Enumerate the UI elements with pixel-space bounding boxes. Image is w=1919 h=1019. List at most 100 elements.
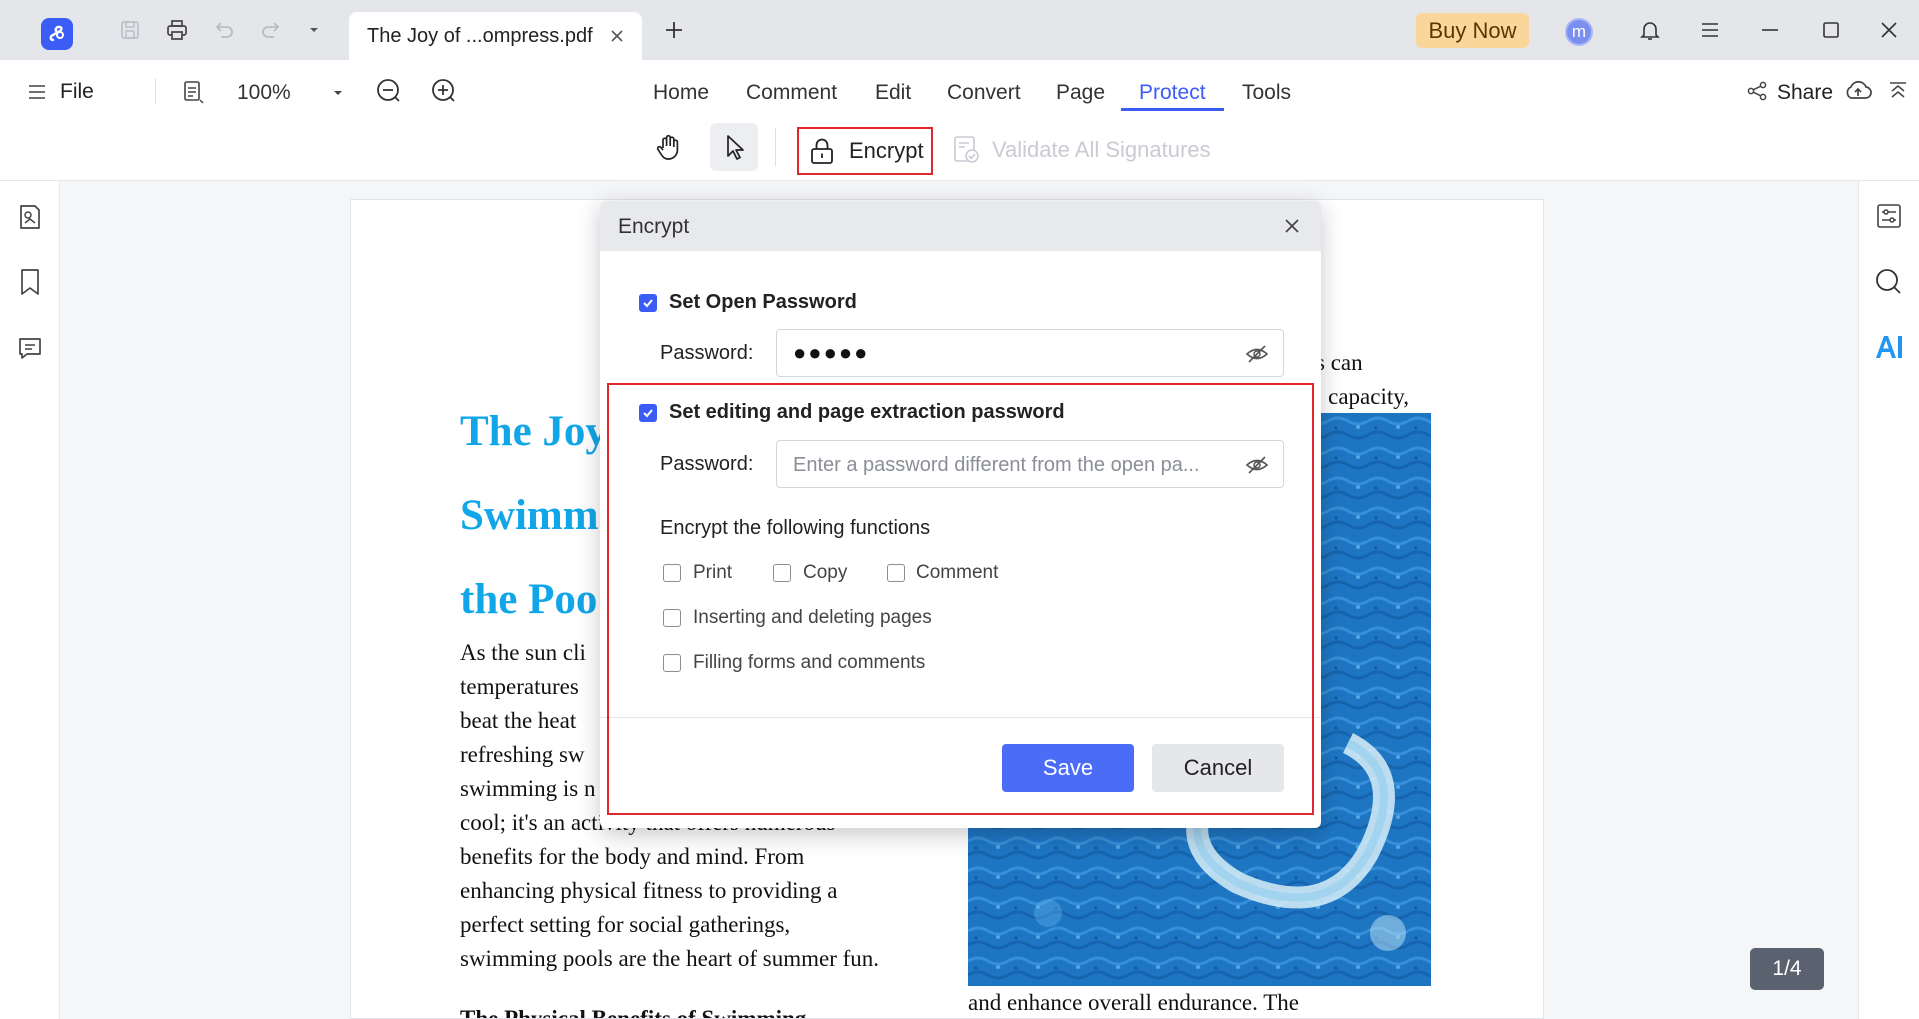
properties-panel-icon[interactable] [1873,200,1905,232]
edit-password-field-label: Password: [660,453,754,475]
lock-icon [811,138,833,164]
left-sidebar [0,181,60,1019]
encrypt-button[interactable]: Encrypt [797,127,933,175]
print-icon[interactable] [163,16,191,44]
validate-all-signatures-button[interactable]: Validate All Signatures [952,134,1211,166]
divider [600,717,1321,718]
comment-checkbox[interactable] [887,564,905,582]
open-password-label: Set Open Password [669,291,857,313]
document-title-line: The Joy [460,408,607,455]
zoom-dropdown-icon[interactable] [331,86,345,100]
functions-heading: Encrypt the following functions [660,517,931,539]
edit-password-label: Set editing and page extraction password [669,401,1065,423]
right-sidebar [1858,181,1919,1019]
section-heading: The Physical Benefits of Swimming [460,1006,807,1019]
eye-hidden-icon[interactable] [1245,343,1269,365]
edit-password-placeholder: Enter a password different from the open… [793,454,1200,476]
share-icon[interactable] [1745,79,1769,103]
check-icon [643,409,653,418]
share-button[interactable]: Share [1777,81,1833,105]
tab-bar: The Joy of ...ompress.pdf Buy Now m [0,0,1919,60]
undo-icon[interactable] [210,16,238,44]
cursor-icon [727,135,744,160]
fill-forms-checkbox[interactable] [663,654,681,672]
tab-convert[interactable]: Convert [947,81,1021,105]
bookmark-icon[interactable] [14,266,46,298]
signature-check-icon [954,136,979,163]
active-tab-indicator [1121,108,1224,111]
tab-edit[interactable]: Edit [875,81,911,105]
quick-access-dropdown-icon[interactable] [300,16,328,44]
open-password-checkbox[interactable] [639,294,657,312]
avatar[interactable]: m [1565,18,1593,46]
comment-panel-icon[interactable] [14,332,46,364]
search-icon[interactable] [1873,266,1905,298]
document-title-line: the Poo [460,576,598,623]
divider [155,78,156,104]
body-line: benefits for the body and mind. From [460,844,805,869]
page-counter[interactable]: 1/4 [1750,948,1824,990]
cloud-upload-icon[interactable] [1844,78,1872,104]
right-column-text: and enhance overall endurance. The [968,990,1299,1015]
right-column-text: s can [1316,350,1363,375]
document-title: The Joy Swimm the Poo [460,390,607,642]
hamburger-menu-icon[interactable] [1696,16,1724,44]
tab-comment[interactable]: Comment [746,81,837,105]
toolbar-area: File 100% Home Comment Edit Convert Page… [0,60,1919,181]
maximize-icon[interactable] [1817,16,1845,44]
comment-label: Comment [916,562,999,583]
dialog-title: Encrypt [618,215,690,238]
copy-checkbox[interactable] [773,564,791,582]
open-password-value: ●●●●● [793,340,870,365]
ai-assistant-icon[interactable] [1873,331,1905,363]
body-line: swimming pools are the heart of summer f… [460,946,880,971]
zoom-out-icon[interactable] [375,77,403,105]
save-button[interactable]: Save [1002,744,1134,792]
right-column-text: ; capacity, [1316,384,1410,409]
insert-delete-pages-label: Inserting and deleting pages [693,607,932,628]
body-line: perfect setting for social gatherings, [460,912,791,937]
buy-now-button[interactable]: Buy Now [1416,13,1529,48]
zoom-in-icon[interactable] [430,77,458,105]
open-password-field-label: Password: [660,342,754,364]
hand-icon [656,134,679,160]
check-icon [643,299,653,308]
select-tool-button[interactable] [710,123,758,171]
bell-icon[interactable] [1636,16,1664,44]
edit-password-input[interactable]: Enter a password different from the open… [776,440,1284,488]
divider [775,128,776,166]
edit-password-checkbox[interactable] [639,404,657,422]
collapse-toolbar-icon[interactable] [1887,79,1909,101]
dialog-header: Encrypt [600,201,1321,251]
open-password-input[interactable]: ●●●●● [776,329,1284,377]
save-icon[interactable] [116,16,144,44]
zoom-level[interactable]: 100% [237,81,291,105]
file-menu[interactable]: File [60,80,94,104]
copy-label: Copy [803,562,848,583]
redo-icon[interactable] [257,16,285,44]
page-thumbnails-icon[interactable] [14,201,46,233]
document-tab[interactable]: The Joy of ...ompress.pdf [349,12,642,60]
close-tab-icon[interactable] [606,25,628,47]
close-window-icon[interactable] [1875,16,1903,44]
tab-home[interactable]: Home [653,81,709,105]
document-title-line: Swimm [460,492,599,539]
new-tab-icon[interactable] [660,16,688,44]
close-icon[interactable] [1281,215,1303,237]
validate-all-signatures-label: Validate All Signatures [992,137,1211,162]
eye-hidden-icon[interactable] [1245,454,1269,476]
fill-forms-label: Filling forms and comments [693,652,926,673]
tab-page[interactable]: Page [1056,81,1105,105]
print-checkbox[interactable] [663,564,681,582]
page-view-icon[interactable] [180,79,206,105]
body-line: enhancing physical fitness to providing … [460,878,838,903]
tab-protect[interactable]: Protect [1139,81,1206,105]
hand-tool-button[interactable] [645,123,693,171]
minimize-icon[interactable] [1756,16,1784,44]
file-menu-icon[interactable] [25,80,49,104]
encrypt-dialog: Encrypt Set Open Password Password: ●●●●… [600,201,1321,828]
document-tab-title: The Joy of ...ompress.pdf [367,25,593,47]
cancel-button[interactable]: Cancel [1152,744,1284,792]
tab-tools[interactable]: Tools [1242,81,1291,105]
insert-delete-pages-checkbox[interactable] [663,609,681,627]
